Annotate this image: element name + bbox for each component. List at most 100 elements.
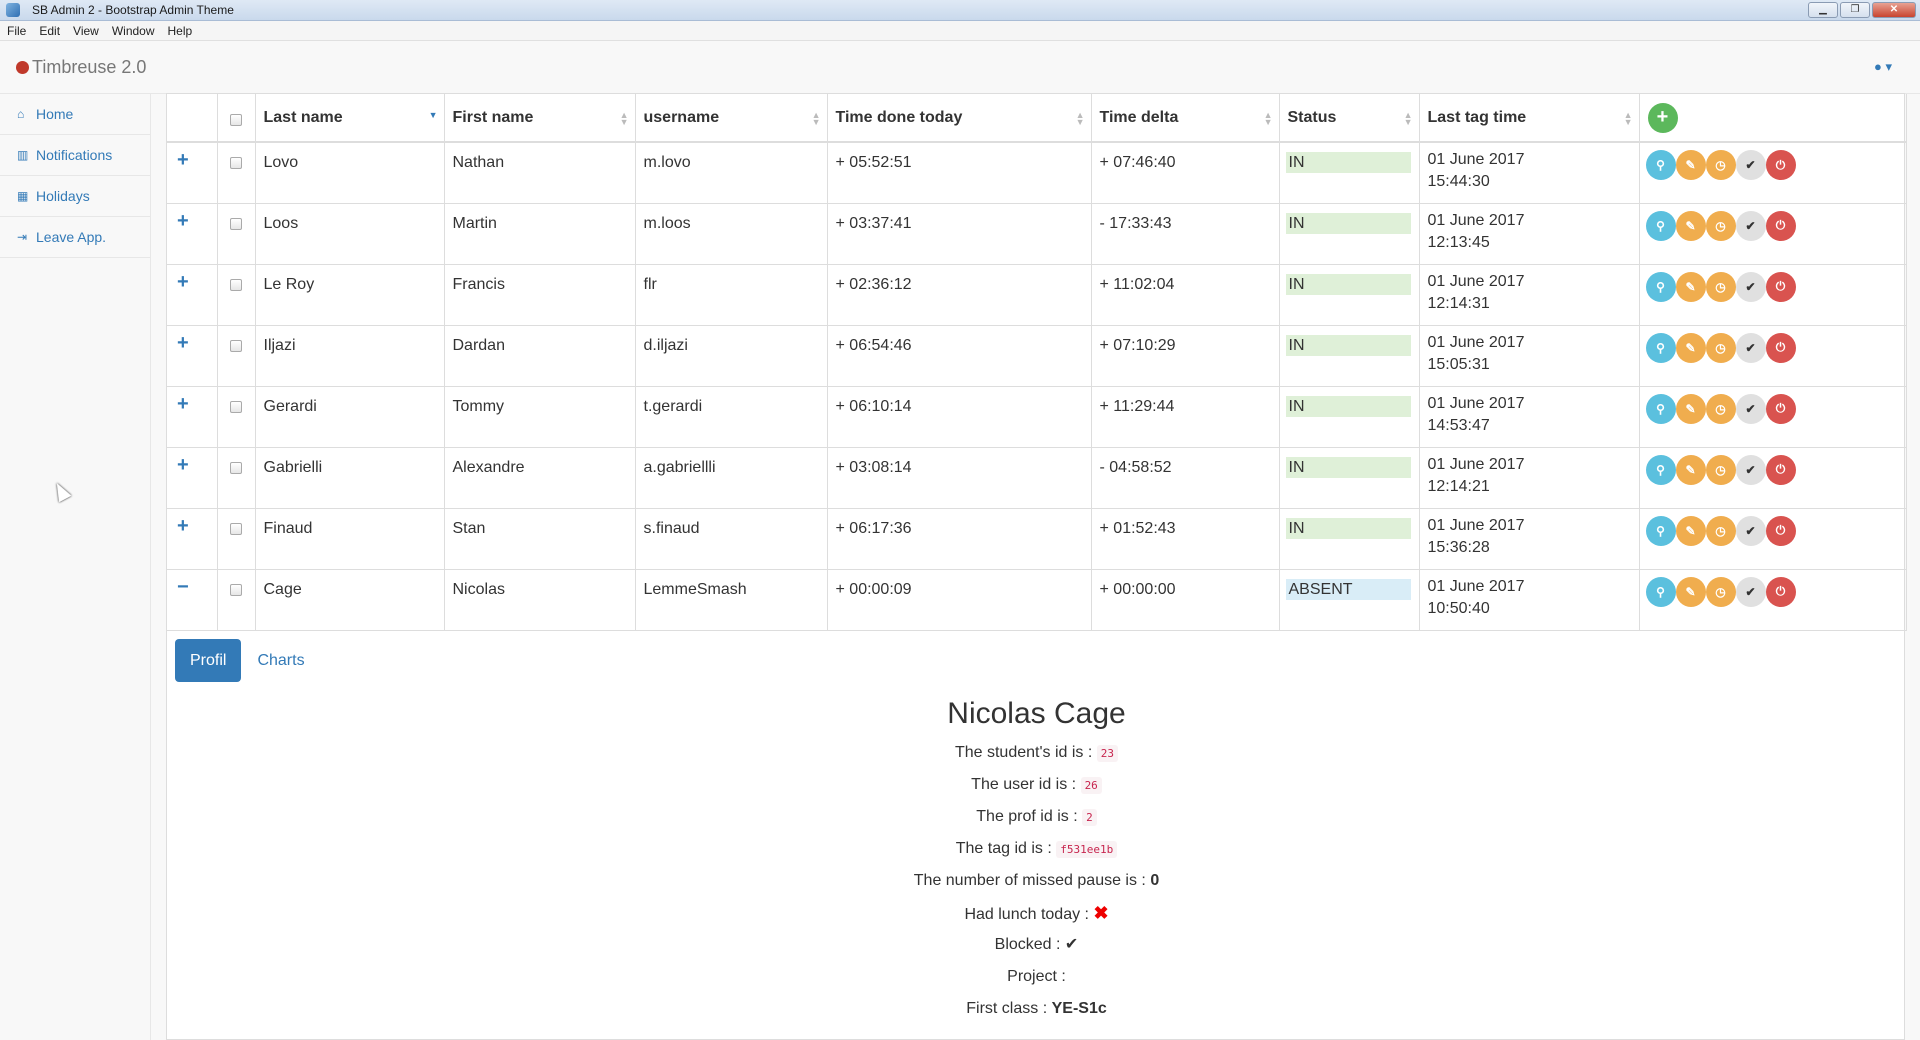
sort-desc-icon: ▼ bbox=[428, 110, 438, 120]
menu-view[interactable]: View bbox=[73, 24, 99, 38]
tab-profil[interactable]: Profil bbox=[175, 639, 242, 682]
cell-first-name: Stan bbox=[444, 508, 636, 570]
check-button[interactable]: ✔ bbox=[1735, 515, 1766, 546]
row-checkbox[interactable] bbox=[230, 522, 242, 535]
row-checkbox[interactable] bbox=[230, 339, 242, 352]
zoom-button[interactable]: ⚲ bbox=[1645, 150, 1676, 180]
row-checkbox[interactable] bbox=[230, 461, 242, 474]
row-checkbox[interactable] bbox=[230, 583, 242, 596]
power-button[interactable]: ⏻ bbox=[1765, 210, 1796, 241]
header-first-name[interactable]: First name ▲ ▼ bbox=[444, 94, 636, 143]
check-button[interactable]: ✔ bbox=[1735, 454, 1766, 485]
header-time-delta[interactable]: Time delta ▲ ▼ bbox=[1091, 94, 1280, 143]
clock-button[interactable]: ◷ bbox=[1705, 332, 1736, 363]
zoom-button[interactable]: ⚲ bbox=[1645, 454, 1676, 485]
zoom-button[interactable]: ⚲ bbox=[1645, 393, 1676, 424]
power-button[interactable]: ⏻ bbox=[1765, 150, 1796, 180]
power-button[interactable]: ⏻ bbox=[1765, 454, 1796, 485]
sidebar-item-holidays[interactable]: ▦ Holidays bbox=[0, 176, 150, 217]
zoom-button[interactable]: ⚲ bbox=[1645, 210, 1676, 241]
clock-button[interactable]: ◷ bbox=[1705, 210, 1736, 241]
header-actions: + bbox=[1639, 94, 1907, 143]
student-id-value: 23 bbox=[1096, 745, 1119, 762]
check-button[interactable]: ✔ bbox=[1735, 210, 1766, 241]
zoom-button[interactable]: ⚲ bbox=[1645, 271, 1676, 302]
clock-button[interactable]: ◷ bbox=[1705, 393, 1736, 424]
menu-file[interactable]: File bbox=[7, 24, 26, 38]
cell-time-done: + 06:10:14 bbox=[827, 386, 1092, 448]
zoom-button[interactable]: ⚲ bbox=[1645, 515, 1676, 546]
missed-pause-value: 0 bbox=[1150, 872, 1160, 889]
zoom-icon: ⚲ bbox=[1656, 584, 1665, 599]
clock-button[interactable]: ◷ bbox=[1705, 515, 1736, 546]
clock-button[interactable]: ◷ bbox=[1705, 576, 1736, 607]
edit-button[interactable]: ✎ bbox=[1675, 150, 1706, 180]
main-panel: Last name ▼ First name ▲ ▼ username ▲ ▼ Time … bbox=[166, 93, 1907, 1040]
cell-username: s.finaud bbox=[635, 508, 828, 570]
edit-button[interactable]: ✎ bbox=[1675, 332, 1706, 363]
sidebar-item-home[interactable]: ⌂ Home bbox=[0, 94, 150, 135]
power-button[interactable]: ⏻ bbox=[1765, 332, 1796, 363]
zoom-button[interactable]: ⚲ bbox=[1645, 576, 1676, 607]
check-button[interactable]: ✔ bbox=[1735, 332, 1766, 363]
row-checkbox[interactable] bbox=[230, 217, 242, 230]
clock-icon: ◷ bbox=[1715, 584, 1726, 599]
window-controls: ▁ ❐ ✕ bbox=[1808, 2, 1916, 18]
add-student-button[interactable]: + bbox=[1647, 102, 1678, 133]
sidebar-item-leave-app[interactable]: ⇥ Leave App. bbox=[0, 217, 150, 258]
row-checkbox[interactable] bbox=[230, 157, 242, 169]
clock-button[interactable]: ◷ bbox=[1705, 271, 1736, 302]
header-status[interactable]: Status ▲ ▼ bbox=[1279, 94, 1420, 143]
restore-button[interactable]: ❐ bbox=[1840, 2, 1870, 18]
header-last-name[interactable]: Last name ▼ bbox=[255, 94, 445, 143]
row-expand-toggle[interactable]: − bbox=[167, 569, 218, 631]
cell-username: a.gabriellli bbox=[635, 447, 828, 509]
close-button[interactable]: ✕ bbox=[1872, 2, 1916, 18]
edit-button[interactable]: ✎ bbox=[1675, 576, 1706, 607]
row-expand-toggle[interactable]: + bbox=[167, 325, 218, 387]
row-expand-toggle[interactable]: + bbox=[167, 508, 218, 570]
user-dropdown[interactable]: ● ▾ bbox=[1874, 59, 1892, 75]
check-button[interactable]: ✔ bbox=[1735, 271, 1766, 302]
select-all-checkbox[interactable] bbox=[230, 114, 242, 126]
row-checkbox[interactable] bbox=[230, 278, 242, 291]
row-expand-toggle[interactable]: + bbox=[167, 386, 218, 448]
check-icon: ✔ bbox=[1745, 523, 1756, 538]
edit-button[interactable]: ✎ bbox=[1675, 210, 1706, 241]
edit-button[interactable]: ✎ bbox=[1675, 454, 1706, 485]
detail-tabs: Profil Charts bbox=[175, 639, 321, 682]
row-expand-toggle[interactable]: + bbox=[167, 203, 218, 265]
row-expand-toggle[interactable]: + bbox=[167, 264, 218, 326]
zoom-icon: ⚲ bbox=[1656, 158, 1665, 172]
header-username[interactable]: username ▲ ▼ bbox=[635, 94, 828, 143]
edit-button[interactable]: ✎ bbox=[1675, 393, 1706, 424]
power-button[interactable]: ⏻ bbox=[1765, 271, 1796, 302]
clock-button[interactable]: ◷ bbox=[1705, 454, 1736, 485]
edit-button[interactable]: ✎ bbox=[1675, 271, 1706, 302]
header-time-done[interactable]: Time done today ▲ ▼ bbox=[827, 94, 1092, 143]
menu-help[interactable]: Help bbox=[168, 24, 193, 38]
power-button[interactable]: ⏻ bbox=[1765, 393, 1796, 424]
row-expand-toggle[interactable]: + bbox=[167, 142, 218, 204]
minimize-button[interactable]: ▁ bbox=[1808, 2, 1838, 18]
power-button[interactable]: ⏻ bbox=[1765, 576, 1796, 607]
status-badge: IN bbox=[1285, 456, 1411, 478]
check-button[interactable]: ✔ bbox=[1735, 393, 1766, 424]
home-icon: ⌂ bbox=[17, 107, 25, 121]
check-button[interactable]: ✔ bbox=[1735, 150, 1766, 180]
row-checkbox[interactable] bbox=[230, 400, 242, 413]
cell-time-delta: - 17:33:43 bbox=[1091, 203, 1280, 265]
power-button[interactable]: ⏻ bbox=[1765, 515, 1796, 546]
header-last-tag-time[interactable]: Last tag time ▲ ▼ bbox=[1419, 94, 1640, 143]
sidebar-item-notifications[interactable]: ▥ Notifications bbox=[0, 135, 150, 176]
brand-link[interactable]: Timbreuse 2.0 bbox=[16, 57, 146, 78]
check-button[interactable]: ✔ bbox=[1735, 576, 1766, 607]
edit-button[interactable]: ✎ bbox=[1675, 515, 1706, 546]
zoom-button[interactable]: ⚲ bbox=[1645, 332, 1676, 363]
row-expand-toggle[interactable]: + bbox=[167, 447, 218, 509]
menu-edit[interactable]: Edit bbox=[39, 24, 60, 38]
sort-icon: ▲ ▼ bbox=[1623, 110, 1633, 127]
menu-window[interactable]: Window bbox=[112, 24, 155, 38]
tab-charts[interactable]: Charts bbox=[241, 639, 320, 682]
clock-button[interactable]: ◷ bbox=[1705, 150, 1736, 180]
